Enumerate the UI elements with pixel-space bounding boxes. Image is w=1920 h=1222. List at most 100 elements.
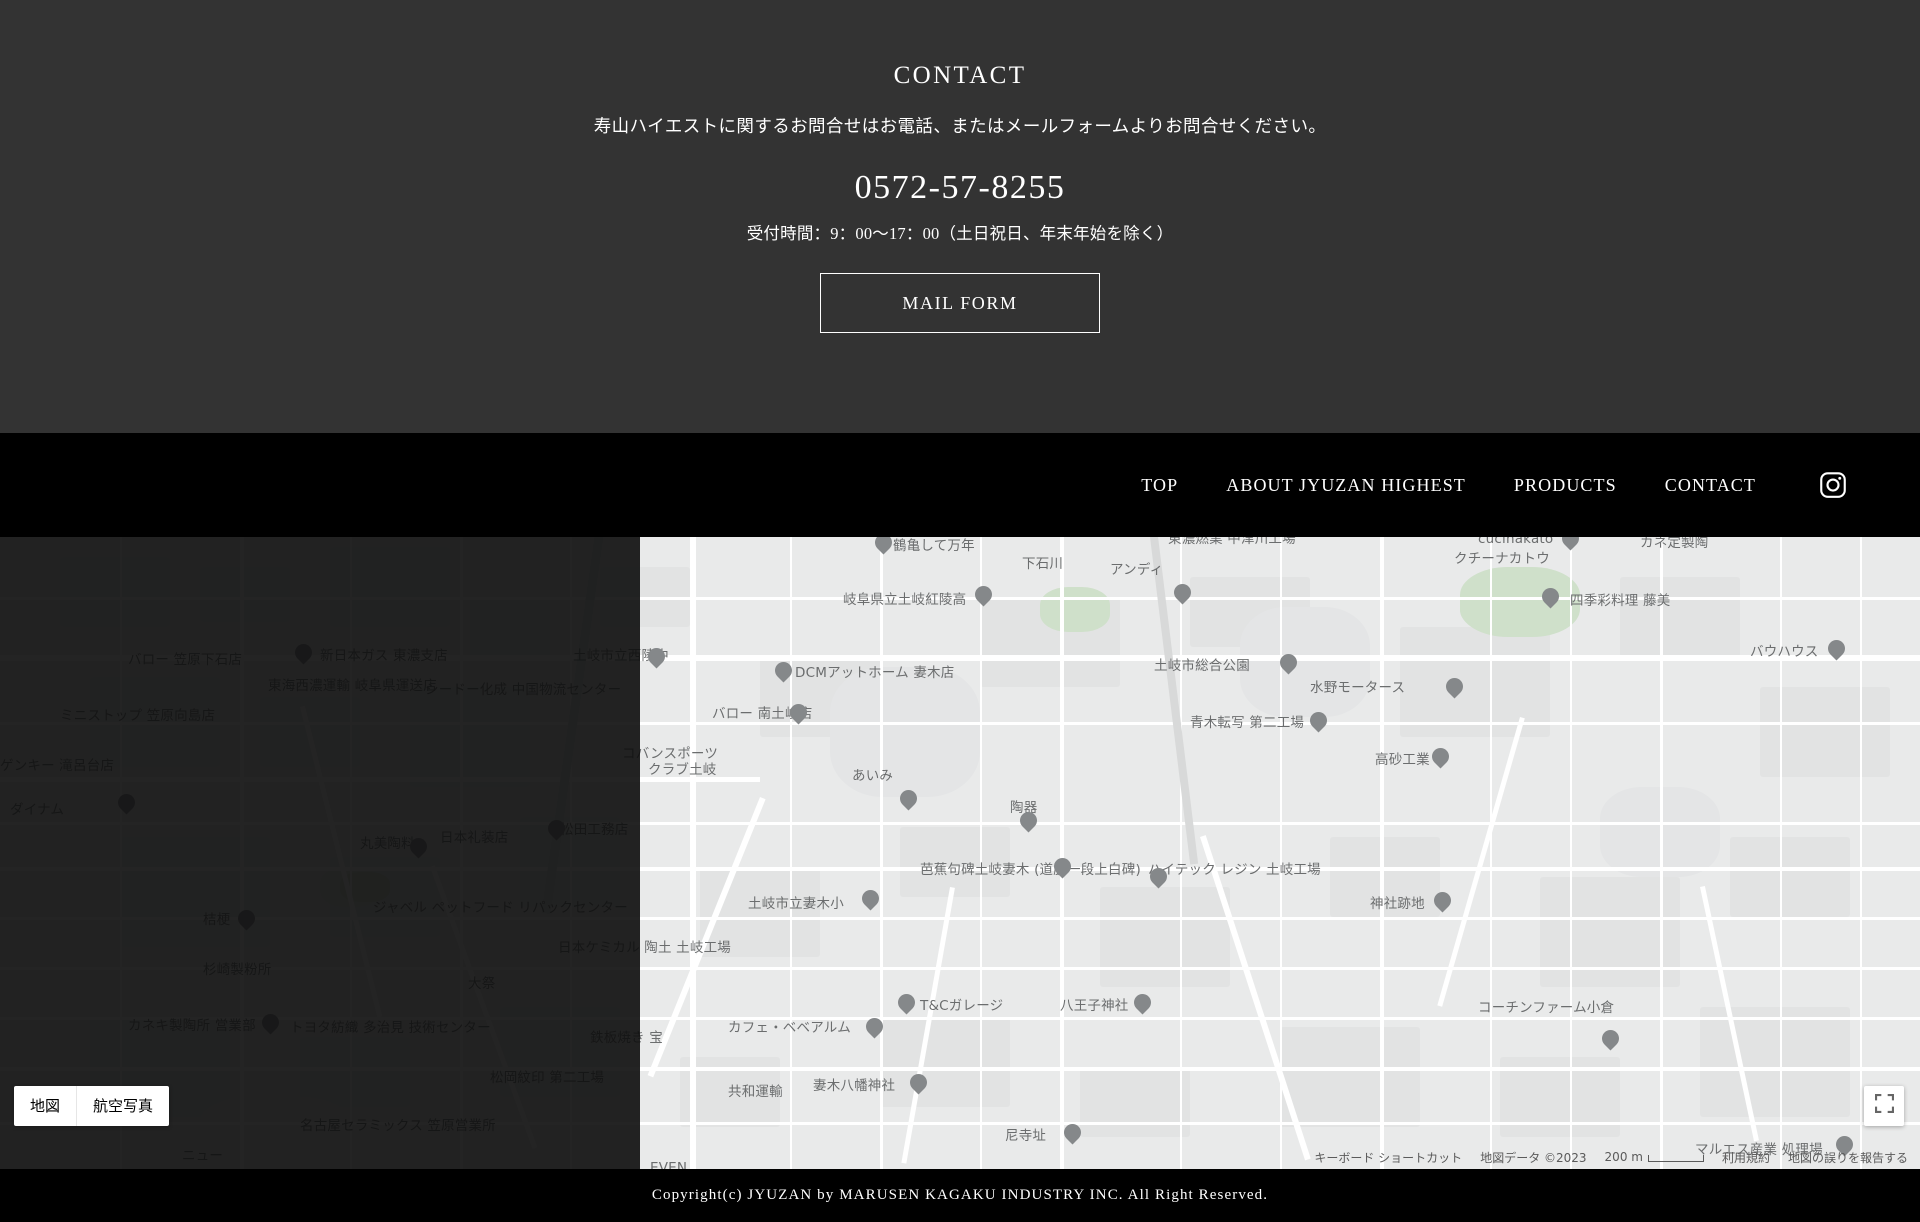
map-poi-pin[interactable] — [858, 886, 883, 914]
map-poi-label[interactable]: ハイテック レジン 土岐工場 — [1148, 862, 1321, 879]
map-poi-label[interactable]: バウハウス — [1750, 644, 1819, 661]
map-poi-pin[interactable] — [896, 786, 921, 814]
map-poi-label[interactable]: 尼寺址 — [1005, 1128, 1046, 1145]
contact-business-hours: 受付時間：9：00〜17：00（土日祝日、年末年始を除く） — [746, 223, 1174, 243]
map-poi-pin[interactable] — [1050, 854, 1075, 882]
map-road — [1570, 537, 1572, 1169]
map-poi-pin[interactable] — [894, 990, 919, 1018]
map-poi-label[interactable]: カフェ・ベベアルム — [728, 1020, 851, 1037]
map-poi-label[interactable]: クラブ土岐 — [648, 762, 717, 779]
instagram-icon[interactable] — [1818, 470, 1848, 500]
map-block — [880, 1017, 1010, 1107]
map-poi-pin[interactable] — [1060, 1120, 1085, 1148]
map-poi-label[interactable]: 共和運輸 — [728, 1084, 783, 1101]
map-poi-pin[interactable] — [1428, 744, 1453, 772]
map-poi-label[interactable]: あいみ — [852, 768, 893, 785]
map-park-area — [1240, 607, 1370, 717]
nav-item-products[interactable]: PRODUCTS — [1490, 475, 1641, 496]
map-poi-label[interactable]: 高砂工業 — [1375, 752, 1430, 769]
map-poi-label[interactable]: 青木転写 第二工場 — [1190, 715, 1304, 732]
map-poi-label[interactable]: 下石川 — [1022, 556, 1063, 573]
map-poi-pin[interactable] — [771, 658, 796, 686]
nav-link-contact[interactable]: CONTACT — [1641, 475, 1780, 495]
map-fullscreen-button[interactable] — [1864, 1086, 1904, 1126]
map-poi-label[interactable]: 土岐市立妻木小 — [748, 896, 844, 913]
contact-lead-text: 寿山ハイエストに関するお問合せはお電話、またはメールフォームよりお問合せください… — [593, 115, 1327, 136]
map-poi-pin[interactable] — [871, 537, 896, 558]
map-poi-label[interactable]: 鶴亀して万年 — [893, 538, 975, 555]
map-block — [1730, 837, 1850, 917]
map-poi-pin[interactable] — [1170, 580, 1195, 608]
map-poi-pin[interactable] — [1538, 584, 1563, 612]
map-poi-label[interactable]: 四季彩料理 藤美 — [1570, 593, 1670, 610]
map-poi-pin[interactable] — [1016, 808, 1041, 836]
nav-list: TOP ABOUT JYUZAN HIGHEST PRODUCTS CONTAC… — [1117, 470, 1848, 500]
map-poi-pin[interactable] — [1430, 888, 1455, 916]
map-poi-label[interactable]: 芭蕉句碑土岐妻木 (道脇一段上白碑) — [920, 862, 1141, 879]
map-scale: 200 m — [1605, 1150, 1704, 1164]
site-footer: Copyright(c) JYUZAN by MARUSEN KAGAKU IN… — [0, 1169, 1920, 1222]
map-poi-pin[interactable] — [1130, 990, 1155, 1018]
map-poi-label[interactable]: T&Cガレージ — [920, 998, 1003, 1015]
map-poi-pin[interactable] — [1306, 708, 1331, 736]
map-attribution-bar: キーボード ショートカット 地図データ ©2023 200 m 利用規約 地図の… — [1302, 1145, 1920, 1169]
map-block — [1100, 887, 1230, 987]
map-road — [1380, 537, 1384, 1169]
map-poi-label[interactable]: 八王子神社 — [1060, 998, 1129, 1015]
map-left-dark-overlay — [0, 537, 640, 1169]
map-block — [1620, 577, 1740, 657]
map-poi-pin[interactable] — [1558, 537, 1583, 554]
map-poi-label[interactable]: 神社跡地 — [1370, 896, 1425, 913]
map-type-button-satellite[interactable]: 航空写真 — [76, 1086, 169, 1126]
map-block — [1280, 1027, 1420, 1127]
main-navigation: TOP ABOUT JYUZAN HIGHEST PRODUCTS CONTAC… — [0, 433, 1920, 537]
map-scale-bar — [1647, 1155, 1704, 1162]
map-type-control[interactable]: 地図 航空写真 — [14, 1086, 170, 1126]
map-road — [1200, 835, 1311, 1161]
nav-link-top[interactable]: TOP — [1117, 475, 1202, 495]
map-type-button-map[interactable]: 地図 — [14, 1086, 76, 1126]
map-poi-label[interactable]: 岐阜県立土岐紅陵高 — [843, 592, 966, 609]
map-poi-label[interactable]: DCMアットホーム 妻木店 — [795, 665, 954, 682]
map-poi-label[interactable]: コーチンファーム小倉 — [1478, 1000, 1614, 1017]
map-poi-pin[interactable] — [786, 700, 811, 728]
map-poi-pin[interactable] — [1598, 1026, 1623, 1054]
contact-phone-number: 0572-57-8255 — [854, 168, 1066, 206]
nav-item-instagram[interactable] — [1780, 470, 1848, 500]
keyboard-shortcuts-link[interactable]: キーボード ショートカット — [1314, 1149, 1462, 1166]
map-poi-pin[interactable] — [644, 644, 669, 672]
map-road — [1660, 537, 1663, 1169]
nav-link-about[interactable]: ABOUT JYUZAN HIGHEST — [1202, 475, 1490, 495]
map-poi-label[interactable]: 東濃燃業 中津川工場 — [1168, 537, 1296, 548]
map-road — [1060, 537, 1064, 1169]
map-poi-label[interactable]: 妻木八幡神社 — [813, 1078, 895, 1095]
nav-item-about[interactable]: ABOUT JYUZAN HIGHEST — [1202, 475, 1490, 496]
nav-item-contact[interactable]: CONTACT — [1641, 475, 1780, 496]
map-poi-label[interactable]: 水野モータース — [1310, 680, 1405, 697]
map-poi-label[interactable]: cucinakato — [1478, 537, 1553, 548]
map-poi-label[interactable]: 土岐市総合公園 — [1154, 658, 1250, 675]
map-road — [1180, 537, 1182, 1169]
map-poi-label[interactable]: カネ定製陶 — [1640, 537, 1709, 552]
map-poi-pin[interactable] — [1146, 864, 1171, 892]
map-block — [1700, 1007, 1850, 1117]
map-poi-label[interactable]: EVEN — [650, 1160, 687, 1169]
map-poi-pin[interactable] — [1824, 636, 1849, 664]
map-poi-pin[interactable] — [862, 1014, 887, 1042]
map-poi-pin[interactable] — [1442, 674, 1467, 702]
map-poi-pin[interactable] — [906, 1070, 931, 1098]
map-poi-pin[interactable] — [1276, 650, 1301, 678]
nav-link-products[interactable]: PRODUCTS — [1490, 475, 1641, 495]
fullscreen-icon — [1874, 1094, 1894, 1118]
map-poi-pin[interactable] — [971, 582, 996, 610]
map-section[interactable]: 鶴亀して万年下石川 アンディ 東濃燃業 中津川工場 cucinakato カネ定製陶クチ… — [0, 537, 1920, 1169]
map-block — [1540, 877, 1680, 987]
report-error-link[interactable]: 地図の誤りを報告する — [1788, 1149, 1908, 1166]
map-poi-label[interactable]: アンディ — [1110, 562, 1163, 579]
map-poi-label[interactable]: クチーナカトウ — [1454, 551, 1550, 568]
map-road — [690, 537, 696, 1169]
terms-link[interactable]: 利用規約 — [1722, 1149, 1770, 1166]
map-block — [1400, 627, 1550, 737]
mail-form-button[interactable]: MAIL FORM — [820, 272, 1100, 333]
nav-item-top[interactable]: TOP — [1117, 475, 1202, 496]
